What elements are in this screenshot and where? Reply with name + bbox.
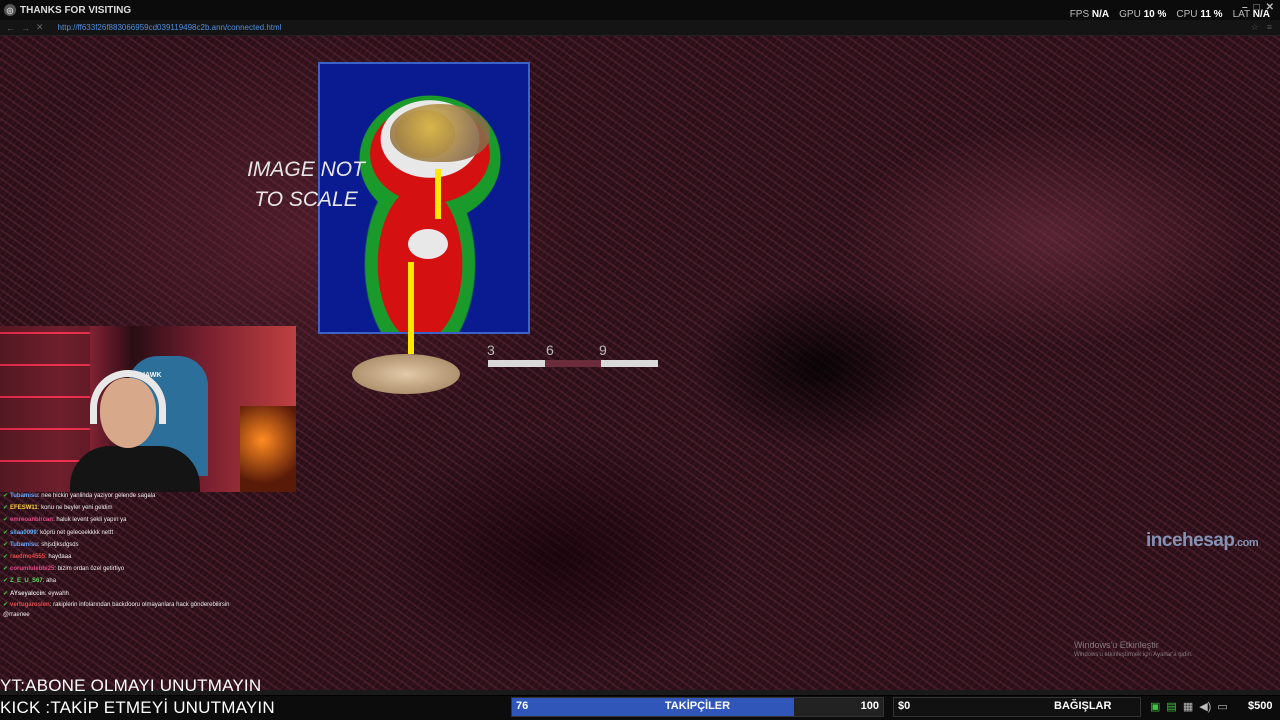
chat-text: eywahh <box>48 590 69 597</box>
followers-current: 76 <box>516 700 529 712</box>
browser-globe-icon: ◎ <box>4 4 16 16</box>
followers-label: TAKİPÇİLER <box>664 700 731 712</box>
ticker-line-youtube: YT:ABONE OLMAYI UNUTMAYIN <box>0 676 262 695</box>
donations-goal: $500 <box>1248 700 1273 712</box>
reload-icon[interactable]: ✕ <box>36 22 44 33</box>
chat-username[interactable]: emreoanbircan <box>10 517 53 523</box>
chat-message: ✔ Z_E_U_S67: aha <box>3 578 57 585</box>
star-icon[interactable]: ☆ <box>1251 22 1259 33</box>
chat-text: köprü net geleceekkkk nettt <box>40 529 114 536</box>
chat-username[interactable]: silaa0099 <box>10 530 37 536</box>
chat-username[interactable]: Z_E_U_S67 <box>10 578 43 584</box>
gpu-stat: GPU 10 % <box>1119 9 1167 20</box>
screen: ◎ THANKS FOR VISITING – □ ✕ FPS N/A GPU … <box>0 0 1280 720</box>
url-field[interactable]: http://ff633f26f883066959cd039119498c2b.… <box>58 23 282 32</box>
chat-text: haydaaa <box>48 554 72 561</box>
donations-goal-bar: $0 BAĞIŞLAR <box>893 697 1141 717</box>
chat-message: ✔ silaa0099: köprü net geleceekkkk nettt <box>3 529 114 536</box>
chat-username[interactable]: vertugaroslen <box>10 602 50 608</box>
ticker-line-kick: KICK :TAKİP ETMEYİ UNUTMAYIN <box>0 698 275 717</box>
streamer-body <box>70 446 200 492</box>
network-icon[interactable]: ▤ <box>1166 700 1176 713</box>
chat-badge-icon: ✔ <box>3 493 9 499</box>
chat-message: ✔ EFESW11: konu ne beyler yeni geldim <box>3 505 113 512</box>
donations-current: $0 <box>898 700 911 712</box>
chat-badge-icon: ✔ <box>3 590 9 597</box>
scale-label: 3 <box>487 342 495 358</box>
scale-label: 6 <box>546 342 554 358</box>
chat-text: shjsdjksdgsds <box>41 541 79 548</box>
chat-overlay: ✔ Tubamisu: nee hickin yanlinda yaziyor g… <box>3 490 303 620</box>
notification-icon[interactable]: ▭ <box>1217 700 1227 713</box>
windows-activation-notice: Windows'u Etkinleştir Windows'u etkinleş… <box>1074 640 1193 658</box>
chat-badge-icon: ✔ <box>3 541 9 548</box>
chat-username[interactable]: corumlulebbi25 <box>10 566 54 572</box>
performance-overlay: FPS N/A GPU 10 % CPU 11 % LAT N/A <box>1070 9 1270 20</box>
nvidia-icon[interactable]: ▣ <box>1150 700 1160 713</box>
scale-label: 9 <box>599 342 607 358</box>
chat-text: aha <box>46 578 57 585</box>
chat-badge-icon: ✔ <box>3 517 9 524</box>
brain-highlight <box>390 104 490 162</box>
chat-message: ✔ emreoanbircan: haluk levent şekli yapın… <box>3 517 127 524</box>
chat-message: ✔ AYseyalccin: eywahh <box>3 590 69 597</box>
scale-bar-segment <box>545 360 601 367</box>
chat-badge-icon: ✔ <box>3 601 9 608</box>
chat-badge-icon: ✔ <box>3 566 9 573</box>
organ-specimen <box>352 354 460 394</box>
donations-label: BAĞIŞLAR <box>1054 700 1112 712</box>
chat-message: ✔ Tubamisu: nee hickin yanlinda yaziyor g… <box>3 493 156 499</box>
chat-message: ✔ Tubamisu: shjsdjksdgsds <box>3 541 79 548</box>
webcam-feed: HAWK <box>0 326 296 492</box>
chat-badge-icon: ✔ <box>3 554 9 561</box>
system-tray: ▣ ▤ ▦ ◀) ▭ <box>1150 700 1228 713</box>
address-bar: ← → ✕ http://ff633f26f883066959cd0391194… <box>0 20 1280 36</box>
followers-goal: 100 <box>860 700 879 712</box>
volume-icon[interactable]: ◀) <box>1199 700 1211 713</box>
chat-text: nee hickin yanlinda yaziyor gelende saga… <box>41 493 156 499</box>
chat-badge-icon: ✔ <box>3 529 9 536</box>
address-bar-actions: ☆ ≡ <box>1251 22 1272 33</box>
chat-username[interactable]: AYseyalccin <box>10 591 45 597</box>
chat-text: bizim ordan özel getirtiyo <box>57 566 125 573</box>
probe-line-upper <box>435 169 441 219</box>
battery-icon[interactable]: ▦ <box>1183 700 1193 713</box>
chat-username[interactable]: raedmo4555 <box>10 554 45 560</box>
scale-disclaimer: IMAGE NOT TO SCALE <box>247 158 365 211</box>
fps-stat: FPS N/A <box>1069 9 1110 20</box>
menu-icon[interactable]: ≡ <box>1267 22 1272 33</box>
webcam-lamp <box>240 406 296 492</box>
chat-badge-icon: ✔ <box>3 505 9 512</box>
chat-message: ✔ raedmo4555: haydaaa <box>3 554 72 561</box>
chat-username[interactable]: EFESW11 <box>10 505 38 511</box>
window-titlebar: ◎ THANKS FOR VISITING – □ ✕ FPS N/A GPU … <box>0 0 1280 20</box>
chat-text: haluk levent şekli yapın ya <box>56 517 127 524</box>
back-icon[interactable]: ← <box>6 23 15 33</box>
brand-watermark: incehesap.com <box>1146 530 1259 551</box>
chat-message: ✔ corumlulebbi25: bizim ordan özel getirt… <box>3 566 125 573</box>
followers-goal-bar: TAKİPÇİLER 76 100 <box>511 697 884 717</box>
lat-stat: LAT N/A <box>1232 9 1270 20</box>
cpu-stat: CPU 11 % <box>1176 9 1223 20</box>
chat-text: konu ne beyler yeni geldim <box>41 505 113 512</box>
chat-badge-icon: ✔ <box>3 578 9 585</box>
neck-highlight <box>408 229 448 259</box>
window-title: THANKS FOR VISITING <box>20 4 132 16</box>
forward-icon[interactable]: → <box>21 23 30 33</box>
probe-line-lower <box>408 262 414 354</box>
chat-username[interactable]: Tubamisu <box>10 542 38 548</box>
chat-message: ✔ vertugaroslen: rakiplerin infolarından … <box>3 601 230 618</box>
chat-username[interactable]: Tubamisu <box>10 493 38 499</box>
